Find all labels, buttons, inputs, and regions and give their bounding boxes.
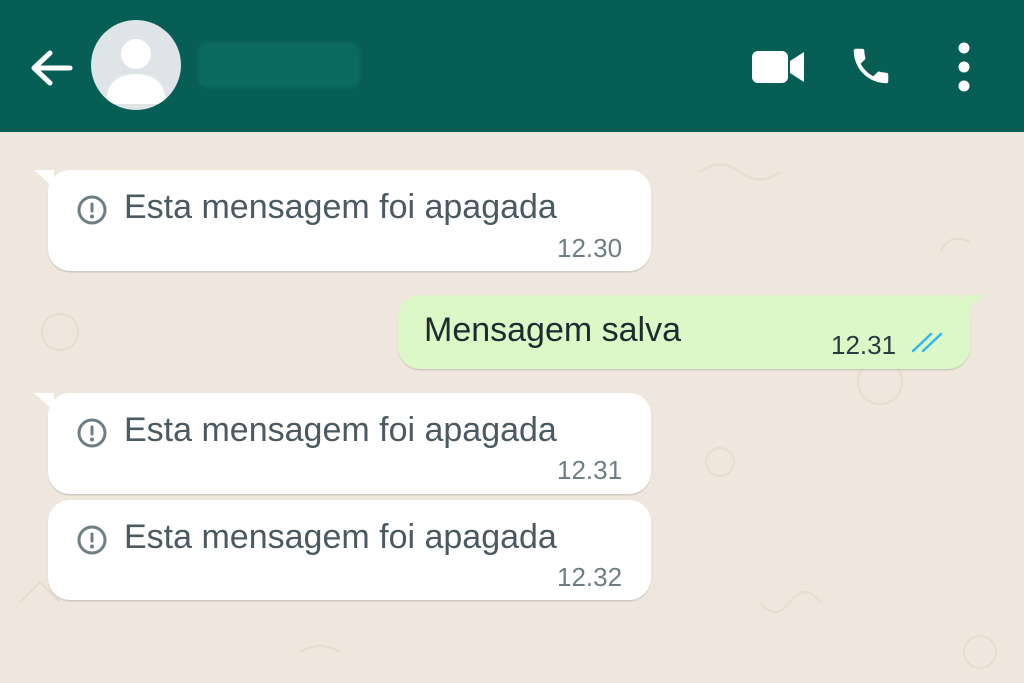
message-time: 12.31 (557, 455, 623, 485)
contact-name[interactable] (198, 42, 360, 88)
bubble-tail (962, 295, 984, 313)
back-button[interactable] (26, 44, 76, 94)
bubble-tail (34, 170, 54, 188)
arrow-left-icon (31, 50, 73, 86)
info-circle-icon (77, 525, 107, 555)
message-time: 12.32 (557, 562, 623, 592)
video-call-button[interactable] (750, 46, 806, 88)
message-bubble-outgoing[interactable]: Mensagem salva 12.31 (398, 295, 984, 369)
message-text: Mensagem salva (424, 311, 682, 349)
message-text: Esta mensagem foi apagada (124, 188, 557, 226)
more-vertical-icon (958, 42, 970, 92)
info-circle-icon (77, 418, 107, 448)
message-bubble-incoming[interactable]: Esta mensagem foi apagada 12.30 (34, 170, 651, 271)
message-text: Esta mensagem foi apagada (124, 411, 557, 449)
bubble-tail (34, 393, 54, 411)
message-time: 12.30 (557, 233, 623, 263)
voice-call-button[interactable] (848, 42, 894, 90)
phone-icon (853, 48, 889, 84)
message-time: 12.31 (831, 330, 897, 360)
contact-avatar[interactable] (91, 20, 181, 110)
chat-area[interactable]: Esta mensagem foi apagada 12.30 Mensagem… (0, 132, 1024, 683)
more-options-button[interactable] (948, 40, 980, 94)
message-bubble-incoming[interactable]: Esta mensagem foi apagada 12.32 (48, 500, 651, 600)
message-bubble-incoming[interactable]: Esta mensagem foi apagada 12.31 (34, 393, 651, 494)
video-camera-icon (752, 51, 804, 83)
chat-header (0, 0, 1024, 132)
double-check-icon (911, 332, 943, 353)
message-text: Esta mensagem foi apagada (124, 518, 557, 556)
info-circle-icon (77, 195, 107, 225)
default-user-icon (106, 39, 166, 104)
